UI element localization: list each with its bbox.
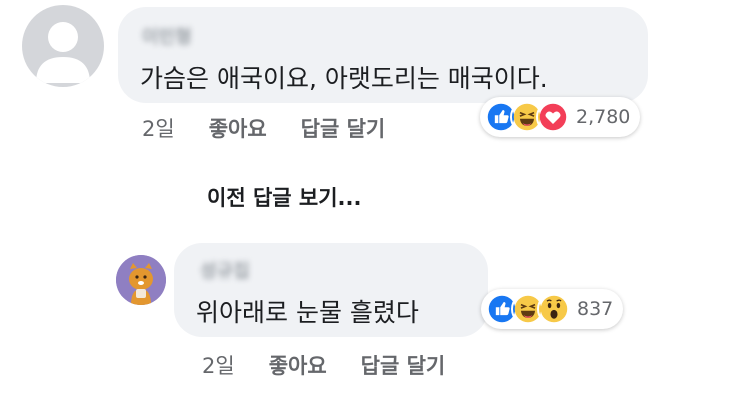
reply-button[interactable]: 답글 달기 [301, 113, 386, 143]
reply-avatar[interactable] [116, 255, 166, 305]
comment-actions: 2일 좋아요 답글 달기 [142, 113, 419, 143]
view-previous-replies-link[interactable]: 이전 답글 보기... [207, 182, 361, 212]
like-button[interactable]: 좋아요 [209, 113, 267, 143]
love-icon [536, 100, 570, 134]
comment-bubble: 이민형 가슴은 애국이요, 아랫도리는 매국이다. [118, 7, 648, 103]
reply-actions: 2일 좋아요 답글 달기 [202, 350, 479, 380]
reaction-summary[interactable]: 2,780 [480, 97, 641, 137]
reply-author[interactable]: 성규집 [200, 257, 250, 283]
comment-author[interactable]: 이민형 [142, 23, 192, 49]
reply-timestamp[interactable]: 2일 [202, 350, 235, 380]
comment-timestamp[interactable]: 2일 [142, 113, 175, 143]
reaction-count: 837 [577, 298, 614, 320]
reply-bubble: 성규집 위아래로 눈물 흘렸다 [174, 243, 488, 337]
wow-icon [537, 292, 571, 326]
comment-text: 가슴은 애국이요, 아랫도리는 매국이다. [140, 64, 548, 93]
like-button[interactable]: 좋아요 [269, 350, 327, 380]
reply-reaction-summary[interactable]: 837 [481, 289, 624, 329]
reply-text: 위아래로 눈물 흘렸다 [196, 298, 419, 327]
reaction-count: 2,780 [576, 106, 631, 128]
avatar[interactable] [22, 5, 104, 87]
reply-button[interactable]: 답글 달기 [361, 350, 446, 380]
